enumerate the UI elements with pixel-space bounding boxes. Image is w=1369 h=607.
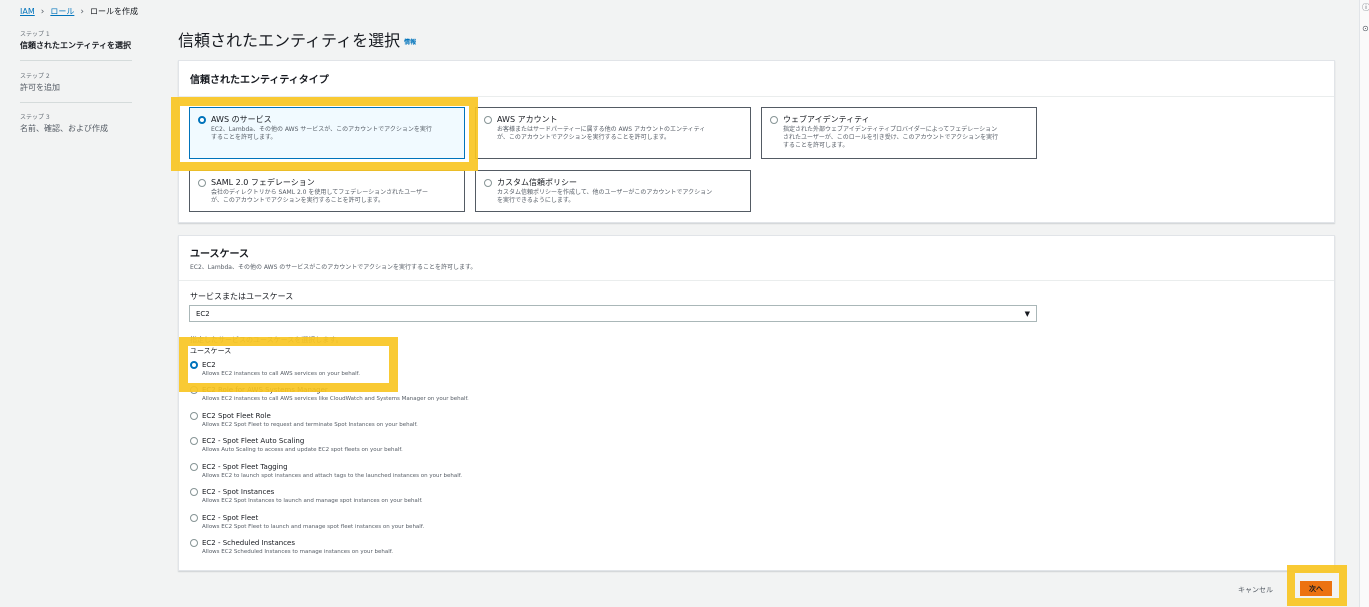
usecase-option-description: Allows EC2 Spot Fleet to request and ter… (202, 422, 418, 428)
tile-label: ウェブアイデンティティ (783, 115, 870, 124)
breadcrumb: IAM › ロール › ロールを作成 (20, 6, 138, 17)
radio-icon[interactable] (770, 115, 778, 124)
service-label: サービスまたはユースケース (190, 292, 294, 301)
tile-description: を実行できるようにします。 (497, 197, 575, 204)
usecase-option-description: Allows EC2 Scheduled Instances to manage… (202, 549, 394, 555)
tile-description: お客様またはサードパーティーに属する他の AWS アカウントのエンティティ (497, 126, 706, 133)
radio-icon[interactable] (190, 412, 198, 420)
breadcrumb-roles-link[interactable]: ロール (50, 6, 74, 17)
usecase-option-spot-fleet-tagging[interactable]: EC2 - Spot Fleet Tagging Allows EC2 to l… (190, 463, 462, 479)
usecase-option-label: EC2 Spot Fleet Role (202, 412, 271, 420)
usecase-option-label: EC2 - Spot Fleet Tagging (202, 463, 288, 471)
panel-header: ユースケース (190, 249, 249, 260)
radio-icon[interactable] (484, 178, 492, 187)
step-label: 名前、確認、および作成 (20, 124, 108, 133)
tile-web-identity[interactable]: ウェブアイデンティティ 指定された外部ウェブアイデンティティプロバイダーによって… (761, 107, 1037, 159)
usecase-option-description: Allows EC2 Spot Fleet to launch and mana… (202, 524, 425, 530)
highlight-box (171, 97, 478, 171)
page-title-text: 信頼されたエンティティを選択 (178, 31, 401, 50)
tile-description: されたユーザーが、このロールを引き受け、このアカウントでアクションを実行 (783, 134, 999, 141)
tile-label: カスタム信頼ポリシー (497, 178, 577, 187)
tile-description: 会社のディレクトリから SAML 2.0 を使用してフェデレーションされたユーザ… (211, 189, 428, 196)
step-1: ステップ 1 信頼されたエンティティを選択 (20, 29, 132, 51)
tile-label: SAML 2.0 フェデレーション (211, 178, 315, 187)
highlight-box (1287, 565, 1347, 606)
usecase-option-spot-fleet[interactable]: EC2 - Spot Fleet Allows EC2 Spot Fleet t… (190, 514, 424, 530)
tile-custom-trust-policy[interactable]: カスタム信頼ポリシー カスタム信頼ポリシーを作成して、他のユーザーがこのアカウン… (475, 170, 751, 212)
radio-icon[interactable] (190, 539, 198, 547)
usecase-option-label: EC2 - Spot Instances (202, 488, 275, 496)
step-label: 許可を追加 (20, 83, 60, 92)
usecase-option-description: Allows EC2 instances to call AWS service… (202, 396, 469, 402)
radio-icon[interactable] (190, 463, 198, 471)
usecase-option-scheduled-instances[interactable]: EC2 - Scheduled Instances Allows EC2 Sch… (190, 539, 393, 555)
step-divider (20, 60, 132, 61)
radio-icon[interactable] (190, 514, 198, 522)
settings-icon[interactable]: ⊙ (1362, 24, 1369, 33)
tile-description: が、このアカウントでアクションを実行することを許可します。 (211, 197, 384, 204)
tile-description: が、このアカウントでアクションを実行することを許可します。 (497, 134, 670, 141)
service-select-value: EC2 (196, 309, 210, 318)
tile-label: AWS アカウント (497, 115, 558, 124)
radio-icon[interactable] (190, 488, 198, 496)
step-3: ステップ 3 名前、確認、および作成 (20, 112, 132, 134)
tile-description: 指定された外部ウェブアイデンティティプロバイダーによってフェデレーション (783, 126, 998, 133)
breadcrumb-iam-link[interactable]: IAM (20, 7, 35, 16)
step-label: 信頼されたエンティティを選択 (20, 41, 132, 50)
chevron-down-icon: ▼ (1024, 309, 1030, 318)
tile-aws-account[interactable]: AWS アカウント お客様またはサードパーティーに属する他の AWS アカウント… (475, 107, 751, 159)
tile-description: カスタム信頼ポリシーを作成して、他のユーザーがこのアカウントでアクション (497, 189, 713, 196)
highlight-box (179, 337, 398, 392)
panel-header: 信頼されたエンティティタイプ (190, 75, 329, 86)
radio-icon[interactable] (484, 115, 492, 124)
chevron-right-icon: › (40, 6, 45, 17)
usecase-option-label: EC2 - Scheduled Instances (202, 539, 295, 547)
page-title: 信頼されたエンティティを選択 情報 (178, 27, 416, 51)
usecase-option-spot-fleet-role[interactable]: EC2 Spot Fleet Role Allows EC2 Spot Flee… (190, 412, 418, 428)
breadcrumb-current: ロールを作成 (89, 7, 138, 16)
usecase-option-description: Allows EC2 Spot Instances to launch and … (202, 498, 423, 504)
usecase-option-spot-instances[interactable]: EC2 - Spot Instances Allows EC2 Spot Ins… (190, 488, 423, 504)
cancel-button[interactable]: キャンセル (1238, 585, 1273, 595)
usecase-option-label: EC2 - Spot Fleet (202, 514, 259, 522)
panel-divider (179, 280, 1334, 281)
tile-description: することを許可します。 (783, 142, 849, 149)
panel-subtitle: EC2、Lambda、その他の AWS のサービスがこのアカウントでアクションを… (190, 264, 477, 271)
step-number: ステップ 2 (20, 73, 50, 80)
chevron-right-icon: › (80, 6, 84, 17)
radio-icon[interactable] (190, 437, 198, 445)
usecase-option-spot-fleet-autoscaling[interactable]: EC2 - Spot Fleet Auto Scaling Allows Aut… (190, 437, 403, 453)
tile-saml-federation[interactable]: SAML 2.0 フェデレーション 会社のディレクトリから SAML 2.0 を… (189, 170, 465, 212)
service-select[interactable]: EC2 ▼ (189, 305, 1037, 322)
step-number: ステップ 3 (20, 114, 50, 121)
step-number: ステップ 1 (20, 31, 50, 38)
usecase-option-description: Allows Auto Scaling to access and update… (202, 447, 403, 453)
step-2: ステップ 2 許可を追加 (20, 71, 132, 93)
step-divider (20, 102, 132, 103)
usecase-option-label: EC2 - Spot Fleet Auto Scaling (202, 437, 305, 445)
info-link[interactable]: 情報 (404, 39, 416, 46)
radio-icon[interactable] (198, 178, 206, 187)
info-circle-icon[interactable]: ⓘ (1362, 2, 1369, 13)
right-utility-bar: ⓘ ⊙ (1359, 0, 1369, 607)
usecase-option-description: Allows EC2 to launch spot instances and … (202, 473, 463, 479)
